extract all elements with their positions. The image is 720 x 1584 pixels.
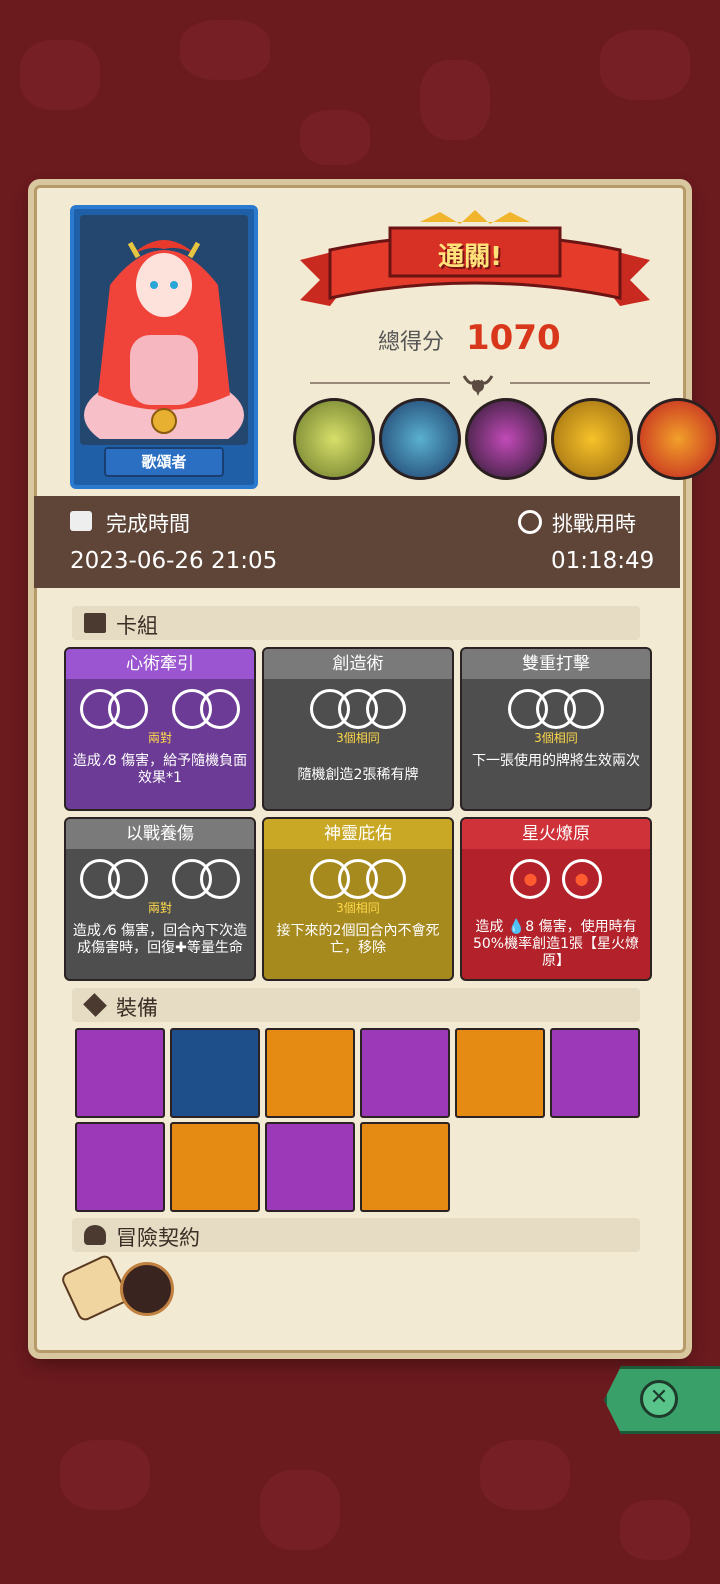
ring-group — [66, 689, 254, 729]
bull-skull-icon — [462, 375, 494, 396]
divider-left — [310, 382, 450, 384]
card-desc: 隨機創造2張稀有牌 — [297, 767, 419, 783]
divider-right — [510, 382, 650, 384]
card-item[interactable]: 創造術 3個相同 隨機創造2張稀有牌 — [262, 647, 454, 811]
pipe-icon[interactable] — [120, 1262, 174, 1316]
ring-group — [462, 689, 650, 729]
close-icon[interactable]: ✕ — [640, 1380, 678, 1418]
heart-gem-icon[interactable] — [550, 1028, 640, 1118]
person-icon — [84, 1225, 106, 1245]
plague-mask-icon[interactable] — [455, 1028, 545, 1118]
challenge-time-label: 挑戰用時 — [552, 512, 636, 536]
card-item[interactable]: 心術牽引 兩對 造成 ⁄8 傷害，給予隨機負面效果*1 — [64, 647, 256, 811]
finish-time-label: 完成時間 — [106, 512, 190, 536]
skeleton-dragon-icon — [293, 398, 375, 480]
flame-icon: ● — [510, 859, 551, 899]
ring-group — [264, 689, 452, 729]
fire-demon-icon — [637, 398, 719, 480]
card-desc: 接下來的2個回合內不會死亡，移除 — [276, 923, 440, 956]
chest-armor-icon[interactable] — [265, 1122, 355, 1212]
equipment-header: 裝備 — [72, 988, 640, 1022]
calendar-icon — [70, 511, 92, 531]
finish-time-value: 2023-06-26 21:05 — [70, 548, 278, 574]
card-name: 心術牽引 — [66, 649, 254, 679]
pumpkin-icon — [551, 398, 633, 480]
dragon-sword-icon[interactable] — [75, 1028, 165, 1118]
hero-portrait: 歌頌者 — [70, 205, 258, 489]
card-item[interactable]: 以戰養傷 兩對 造成 ⁄6 傷害，回合內下次造成傷害時，回復✚等量生命 — [64, 817, 256, 981]
hero-name: 歌頌者 — [104, 447, 224, 477]
card-sub: 兩對 — [147, 901, 172, 915]
ring-group: ● ● — [462, 859, 650, 899]
banner-title: 通關! — [438, 242, 502, 272]
torn-cloth-icon[interactable] — [75, 1122, 165, 1212]
card-desc: 造成 ⁄6 傷害，回合內下次造成傷害時，回復✚等量生命 — [72, 923, 248, 956]
card-sub: 兩對 — [147, 731, 172, 745]
card-item[interactable]: 星火燎原 ● ● 造成 💧8 傷害，使用時有50%機率創造1張【星火燎原】 — [460, 817, 652, 981]
cube-icon — [83, 993, 107, 1017]
card-desc: 下一張使用的牌將生效兩次 — [472, 753, 640, 769]
card-desc: 造成 ⁄8 傷害，給予隨機負面效果*1 — [72, 753, 248, 786]
contracts-title: 冒險契約 — [116, 1226, 200, 1250]
score-label: 總得分 — [378, 330, 445, 355]
equipment-title: 裝備 — [116, 996, 158, 1020]
contracts-header: 冒險契約 — [72, 1218, 640, 1252]
spiked-dice-icon[interactable] — [360, 1028, 450, 1118]
card-name: 創造術 — [264, 649, 452, 679]
ring-group — [66, 859, 254, 899]
dark-knight-icon — [465, 398, 547, 480]
dark-armor-icon[interactable] — [170, 1122, 260, 1212]
stopwatch-icon — [518, 510, 542, 534]
card-name: 以戰養傷 — [66, 819, 254, 849]
crown-icon[interactable] — [265, 1028, 355, 1118]
spider-king-icon — [379, 398, 461, 480]
card-sub: 3個相同 — [336, 901, 380, 915]
card-item[interactable]: 雙重打擊 3個相同 下一張使用的牌將生效兩次 — [460, 647, 652, 811]
score-value: 1070 — [466, 318, 561, 358]
horn-icon[interactable] — [360, 1122, 450, 1212]
card-desc: 造成 💧8 傷害，使用時有50%機率創造1張【星火燎原】 — [472, 919, 640, 969]
card-item[interactable]: 神靈庇佑 3個相同 接下來的2個回合內不會死亡，移除 — [262, 817, 454, 981]
ring-group — [264, 859, 452, 899]
card-name: 雙重打擊 — [462, 649, 650, 679]
deck-title: 卡組 — [116, 614, 158, 638]
crystal-ball-icon[interactable] — [170, 1028, 260, 1118]
boss-list — [293, 398, 719, 480]
deck-header: 卡組 — [72, 606, 640, 640]
card-name: 星火燎原 — [462, 819, 650, 849]
challenge-time-value: 01:18:49 — [551, 548, 655, 574]
card-sub: 3個相同 — [534, 731, 578, 745]
card-sub: 3個相同 — [336, 731, 380, 745]
cards-icon — [84, 613, 106, 633]
flame-icon: ● — [561, 859, 602, 899]
card-name: 神靈庇佑 — [264, 819, 452, 849]
hero-icon — [80, 215, 248, 445]
